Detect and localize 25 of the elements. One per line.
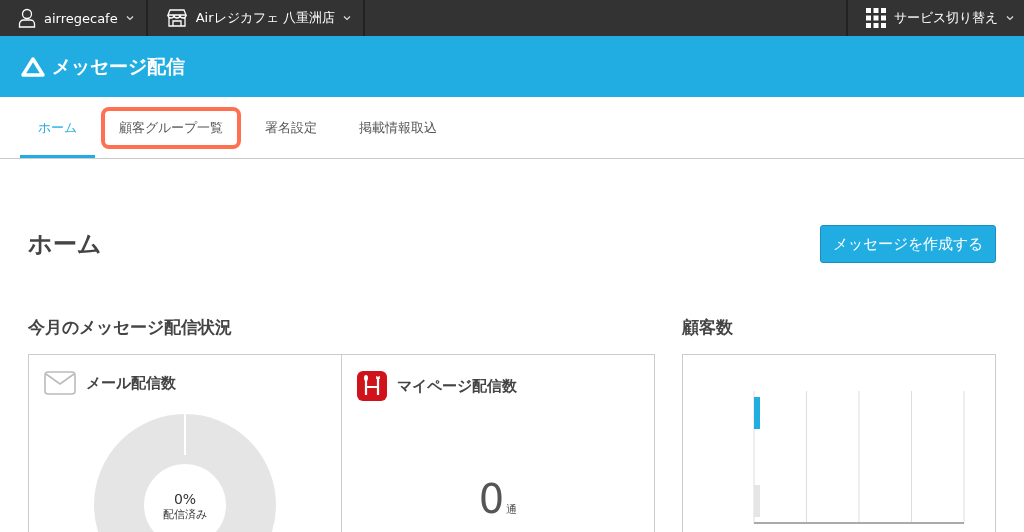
triangle-logo-icon: [20, 55, 46, 78]
section-title: 今月のメッセージ配信状況: [28, 316, 233, 338]
app-title: メッセージ配信: [52, 53, 185, 79]
caret-icon: [1006, 15, 1014, 21]
grid-icon: [866, 8, 886, 28]
store-name: Airレジカフェ 八重洲店: [195, 9, 335, 27]
count-value: 0: [478, 479, 505, 519]
nav-tab[interactable]: 署名設定: [247, 100, 335, 158]
store-icon: [165, 9, 188, 27]
percent-value: 0%: [173, 491, 197, 507]
nav-tab[interactable]: 顧客グループ一覧: [101, 106, 241, 149]
page-title: ホーム: [28, 229, 102, 260]
nav-tab[interactable]: 掲載情報取込: [341, 100, 455, 158]
card-title: マイページ配信数: [397, 376, 517, 396]
spoon-fork-icon: [357, 371, 387, 401]
section-title: 顧客数: [682, 316, 734, 338]
user-icon: [18, 8, 36, 28]
caret-icon: [342, 15, 351, 21]
envelope-icon: [44, 371, 76, 395]
service-switch-label: サービス切り替え: [894, 9, 998, 27]
caret-icon: [125, 15, 134, 21]
percent-caption: 配信済み: [163, 507, 207, 522]
count-unit: 通: [506, 502, 518, 517]
card-title: メール配信数: [86, 373, 176, 393]
account-name: airregecafe: [44, 10, 118, 26]
